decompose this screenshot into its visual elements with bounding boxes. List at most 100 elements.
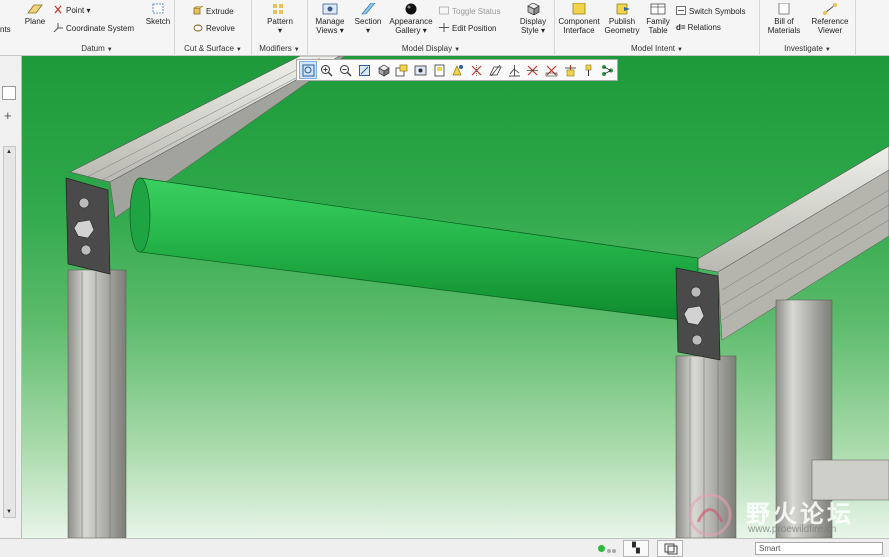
view-manager-icon[interactable] [411,61,429,79]
datum-points-icon[interactable] [505,61,523,79]
status-dots-icon [607,546,619,553]
find-icon[interactable]: ▚ [623,540,649,557]
investigate-group-label-text: Investigate [784,44,823,53]
saved-views-icon[interactable] [393,61,411,79]
section-button[interactable]: Section ▾ [352,3,384,35]
pattern-dropdown-icon[interactable]: ▾ [262,26,298,35]
edit-position-icon [439,23,449,32]
selection-filter-icon[interactable] [657,540,683,557]
watermark: 野火论坛 www.proewildfire.cn [680,492,889,538]
model-display-group-label[interactable]: Model Display ▼ [308,44,554,53]
extrude-button[interactable]: Extrude [193,6,234,17]
model-display-group-label-text: Model Display [401,44,453,53]
model-tree-panel: + ▲ ▼ [0,56,22,538]
coordinate-systems-icon[interactable] [524,61,542,79]
edit-position-button[interactable]: Edit Position [439,23,496,34]
component-interface-label-1: Component [558,17,600,26]
bill-of-materials-button[interactable]: Bill of Materials [762,3,806,35]
manage-views-label-1: Manage [315,17,345,26]
switch-symbols-button[interactable]: Switch Symbols [676,6,745,17]
manage-views-label-2: Views [316,26,338,35]
family-table-button[interactable]: Family Table [643,3,673,35]
reference-viewer-label-2: Viewer [817,26,843,35]
left-end-plate[interactable] [65,177,111,275]
display-style-cube-icon [527,3,540,15]
manage-views-icon [322,3,338,15]
extrude-label: Extrude [206,7,234,16]
edit-position-label: Edit Position [452,24,497,33]
investigate-group-label[interactable]: Investigate ▼ [760,44,855,53]
csys-display-icon[interactable] [561,61,579,79]
sketch-button[interactable]: Sketch [144,3,172,26]
relations-button[interactable]: d= Relations [676,23,721,33]
toggle-status-icon [439,6,449,15]
coordinate-system-button[interactable]: Coordinate System [53,23,134,34]
revolve-button[interactable]: Revolve [193,23,235,34]
pattern-label: Pattern [267,17,293,26]
reference-viewer-button[interactable]: Reference Viewer [808,3,852,35]
refit-icon[interactable] [299,61,318,79]
graphics-toolbar [296,59,618,81]
selection-filter-dropdown[interactable]: Smart [755,542,883,555]
spin-center-icon[interactable] [449,61,467,79]
appearance-dropdown-icon[interactable]: ▾ [421,26,427,35]
right-end-plate[interactable] [675,267,721,361]
pattern-icon [273,4,283,14]
section-dropdown-icon[interactable]: ▾ [366,26,370,35]
publish-geometry-button[interactable]: Publish Geometry [603,3,641,35]
display-style-label-2: Style [520,26,539,35]
zoom-out-icon[interactable] [336,61,354,79]
toggle-status-button[interactable]: Toggle Status [439,6,500,17]
tree-scrollbar[interactable]: ▲ ▼ [3,146,16,518]
model-scene[interactable] [22,56,889,538]
green-roller[interactable] [129,177,699,323]
point-dropdown-icon[interactable]: ▾ [84,6,90,15]
scroll-down-icon[interactable]: ▼ [6,509,12,515]
cut-surface-group-label[interactable]: Cut & Surface ▼ [175,44,251,53]
extrude-icon [193,6,203,15]
toggle-status-label: Toggle Status [452,7,501,16]
appearances-icon[interactable] [598,61,616,79]
sketch-label: Sketch [145,17,171,26]
cut-surface-group-caret-icon: ▼ [235,47,242,53]
plane-button[interactable]: Plane [22,3,48,26]
perspective-icon[interactable] [430,61,448,79]
status-bar: ▚ Smart [0,538,889,557]
tree-expand-icon[interactable] [2,86,16,100]
bill-of-materials-icon [778,3,790,15]
component-interface-label-2: Interface [563,26,595,35]
datum-group-label[interactable]: Datum ▼ [20,44,174,53]
component-interface-button[interactable]: Component Interface [557,3,601,35]
manage-views-dropdown-icon[interactable]: ▾ [337,26,344,35]
investigate-group-caret-icon: ▼ [824,47,831,53]
modifiers-group: Pattern ▾ Modifiers ▼ [252,0,308,56]
reference-viewer-icon [823,3,837,15]
display-style-button[interactable]: Display Style ▾ [515,3,551,35]
selection-filter-value: Smart [759,544,781,553]
model-display-group: Manage Views ▾ Section ▾ Appearance Gall… [308,0,555,56]
left-post[interactable] [67,269,127,538]
add-icon[interactable]: + [4,108,12,123]
repaint-icon[interactable] [355,61,373,79]
plane-icon [27,4,43,14]
appearance-gallery-button[interactable]: Appearance Gallery ▾ [388,3,434,35]
zoom-in-icon[interactable] [318,61,336,79]
display-style-dropdown-icon[interactable]: ▾ [539,26,545,35]
manage-views-button[interactable]: Manage Views ▾ [314,3,346,35]
pattern-button[interactable]: Pattern ▾ [262,3,298,35]
bom-label-2: Materials [767,26,801,35]
spin-icon[interactable] [580,61,598,79]
scroll-up-icon[interactable]: ▲ [6,149,12,155]
modifiers-group-label[interactable]: Modifiers ▼ [252,44,307,53]
graphics-window[interactable] [22,56,889,538]
datum-axes-icon[interactable] [486,61,504,79]
publish-geometry-label-2: Geometry [604,26,640,35]
annotations-icon[interactable] [542,61,560,79]
watermark-url-text: www.proewildfire.cn [748,524,837,535]
datum-planes-icon[interactable] [467,61,485,79]
model-intent-group-caret-icon: ▼ [677,47,683,53]
shading-icon[interactable] [374,61,392,79]
model-intent-group-label[interactable]: Model Intent ▼ [555,44,759,53]
publish-geometry-icon [616,3,630,15]
point-button[interactable]: Point ▾ [53,5,90,16]
